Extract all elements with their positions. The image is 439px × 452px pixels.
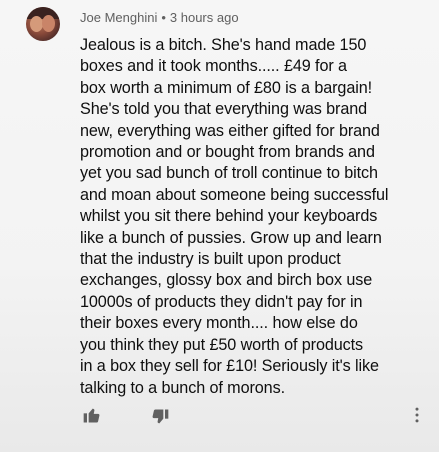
dislike-button[interactable] <box>148 405 172 429</box>
more-vertical-icon <box>415 407 419 423</box>
comment-line: boxes and it took months..... £49 for a <box>80 57 347 76</box>
comment-line: exchanges, glossy box and birch box use <box>80 271 373 290</box>
comment-line: promotion and or bought from brands and <box>80 143 375 162</box>
comment-card: Joe Menghini • 3 hours ago Jealous is a bi… <box>0 0 439 452</box>
thumbs-down-icon <box>152 409 169 424</box>
comment-header: Joe Menghini • 3 hours ago <box>80 10 239 25</box>
comment-timestamp[interactable]: 3 hours ago <box>170 10 239 25</box>
comment-line: box worth a minimum of £80 is a bargain! <box>80 78 373 97</box>
comment-line: She's told you that everything was brand <box>80 100 368 119</box>
comment-actions <box>0 400 439 430</box>
comment-line: and moan about someone being successful <box>80 185 389 204</box>
comment-line: 10000s of products they didn't pay for i… <box>80 292 363 311</box>
comment-line: their boxes every month.... how else do <box>80 314 358 333</box>
comment-line: you think they put £50 worth of products <box>80 335 364 354</box>
comment-line: talking to a bunch of morons. <box>80 378 285 397</box>
comment-line: new, everything was either gifted for br… <box>80 121 380 140</box>
comment-line: like a bunch of pussies. Grow up and lea… <box>80 228 382 247</box>
comment-line: Jealous is a bitch. She's hand made 150 <box>80 36 367 54</box>
comment-line: in a box they sell for £10! Seriously it… <box>80 357 379 376</box>
more-options-button[interactable] <box>405 403 429 427</box>
author-name[interactable]: Joe Menghini <box>80 10 157 25</box>
comment-line: yet you sad bunch of troll continue to b… <box>80 164 378 183</box>
avatar[interactable] <box>26 7 60 41</box>
thumbs-up-icon <box>83 408 100 423</box>
comment-line: whilst you sit there behind your keyboar… <box>80 207 378 226</box>
like-button[interactable] <box>80 403 104 427</box>
comment-line: that the industry is built upon product <box>80 250 341 269</box>
header-separator: • <box>161 10 166 25</box>
comment-body: Jealous is a bitch. She's hand made 150 … <box>80 35 425 399</box>
